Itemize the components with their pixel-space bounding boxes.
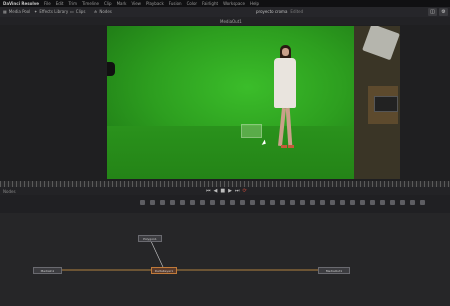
menu-workspace[interactable]: Workspace — [223, 1, 245, 6]
project-title: proyecto croma Edited — [256, 9, 303, 14]
menu-trim[interactable]: Trim — [68, 1, 77, 6]
mask-connection-line — [149, 238, 164, 268]
loader-tool-icon[interactable] — [350, 200, 355, 205]
menu-edit[interactable]: Edit — [56, 1, 64, 6]
loop-icon[interactable]: ⟳ — [242, 188, 246, 194]
text3d-tool-icon[interactable] — [280, 200, 285, 205]
softbox-light — [362, 26, 400, 61]
particles-tool-icon[interactable] — [270, 200, 275, 205]
camera3d-tool-icon[interactable] — [290, 200, 295, 205]
media-pool-label: Media Pool — [8, 9, 31, 14]
effects-library-button[interactable]: ✦ Effects Library — [34, 9, 68, 14]
right-shoe — [288, 145, 294, 148]
menu-fairlight[interactable]: Fairlight — [202, 1, 218, 6]
menu-view[interactable]: View — [131, 1, 141, 6]
right-leg — [285, 107, 293, 147]
node-label: Polygon1 — [143, 236, 157, 241]
menu-color[interactable]: Color — [187, 1, 197, 6]
window-controls: ◫ ⚙ — [428, 8, 448, 16]
node-connections — [62, 238, 318, 271]
app-menu[interactable]: DaVinci Resolve — [3, 1, 39, 6]
merge3d-tool-icon[interactable] — [330, 200, 335, 205]
menu-playback[interactable]: Playback — [146, 1, 164, 6]
bspline-tool-icon[interactable] — [220, 200, 225, 205]
node-tool-icons — [140, 200, 425, 205]
crop-tool-icon[interactable] — [400, 200, 405, 205]
node-polygon[interactable]: Polygon1 — [138, 235, 162, 242]
stop-icon[interactable]: ■ — [220, 188, 225, 194]
viewer-panel[interactable] — [0, 25, 450, 181]
viewer-frame[interactable] — [107, 26, 400, 179]
step-back-icon[interactable]: ◀ — [214, 188, 218, 194]
more-tools-icon[interactable] — [420, 200, 425, 205]
effects-icon: ✦ — [34, 9, 38, 14]
clips-label: Clips — [75, 9, 86, 14]
background-tool-icon[interactable] — [140, 200, 145, 205]
inspector-icon[interactable]: ⚙ — [439, 8, 448, 16]
studio-monitor — [374, 96, 398, 112]
grid-icon: ▦ — [3, 9, 7, 14]
nodes-button[interactable]: ⋔ Nodes — [94, 9, 112, 14]
media-pool-button[interactable]: ▦ Media Pool — [3, 9, 30, 14]
node-label: DeltaKeyer1 — [154, 268, 174, 273]
transport-controls: ⏮ ◀ ■ ▶ ⏭ ⟳ — [206, 188, 247, 194]
nodes-label: Nodes — [99, 9, 112, 14]
person-figure — [271, 45, 299, 155]
node-editor[interactable]: Polygon1 MediaIn1 DeltaKeyer1 MediaOut1 — [0, 213, 450, 306]
nodes-icon: ⋔ — [94, 9, 98, 14]
effects-library-label: Effects Library — [39, 9, 69, 14]
node-label: MediaIn1 — [40, 268, 55, 273]
rectangle-tool-icon[interactable] — [240, 200, 245, 205]
resize-tool-icon[interactable] — [410, 200, 415, 205]
blur-tool-icon[interactable] — [180, 200, 185, 205]
polygon-tool-icon[interactable] — [210, 200, 215, 205]
render3d-tool-icon[interactable] — [300, 200, 305, 205]
channel-tool-icon[interactable] — [390, 200, 395, 205]
go-to-start-icon[interactable]: ⏮ — [206, 188, 211, 194]
node-deltakeyer[interactable]: DeltaKeyer1 — [151, 267, 177, 274]
go-to-end-icon[interactable]: ⏭ — [235, 188, 240, 194]
clips-button[interactable]: ▭ Clips — [70, 9, 85, 14]
matte-tool-icon[interactable] — [380, 200, 385, 205]
ellipse-tool-icon[interactable] — [230, 200, 235, 205]
menu-bar: DaVinci Resolve File Edit Trim Timeline … — [0, 0, 450, 7]
transport-left-label: Nodes — [3, 189, 16, 194]
viewer-header: MediaOut1 — [0, 17, 450, 25]
tracker-tool-icon[interactable] — [250, 200, 255, 205]
shape3d-tool-icon[interactable] — [320, 200, 325, 205]
fastnoise-tool-icon[interactable] — [360, 200, 365, 205]
play-icon[interactable]: ▶ — [228, 188, 232, 194]
menu-timeline[interactable]: Timeline — [82, 1, 99, 6]
node-toolbar — [0, 195, 450, 213]
project-state: Edited — [290, 9, 304, 14]
viewer-title: MediaOut1 — [220, 19, 242, 24]
left-leg — [278, 107, 286, 147]
node-label: MediaOut1 — [325, 268, 343, 273]
camera-object — [107, 62, 115, 76]
film-icon: ▭ — [70, 9, 74, 14]
project-name: proyecto croma — [256, 9, 288, 14]
white-coat — [274, 58, 296, 108]
menu-clip[interactable]: Clip — [104, 1, 112, 6]
node-mediain[interactable]: MediaIn1 — [33, 267, 62, 274]
metadata-icon[interactable]: ◫ — [428, 8, 437, 16]
paint-tool-icon[interactable] — [150, 200, 155, 205]
warp-tool-icon[interactable] — [370, 200, 375, 205]
node-mediaout[interactable]: MediaOut1 — [318, 267, 350, 274]
face — [282, 48, 289, 56]
color-corrector-tool-icon[interactable] — [190, 200, 195, 205]
menu-fusion[interactable]: Fusion — [169, 1, 182, 6]
left-shoe — [281, 145, 287, 148]
light-tool-icon[interactable] — [310, 200, 315, 205]
color-pick-selection[interactable] — [241, 124, 262, 138]
menu-file[interactable]: File — [44, 1, 51, 6]
saver-tool-icon[interactable] — [340, 200, 345, 205]
keyer-tool-icon[interactable] — [260, 200, 265, 205]
menu-help[interactable]: Help — [250, 1, 259, 6]
transform-tool-icon[interactable] — [200, 200, 205, 205]
text-tool-icon[interactable] — [160, 200, 165, 205]
menu-mark[interactable]: Mark — [117, 1, 127, 6]
studio-set — [354, 26, 400, 179]
merge-tool-icon[interactable] — [170, 200, 175, 205]
